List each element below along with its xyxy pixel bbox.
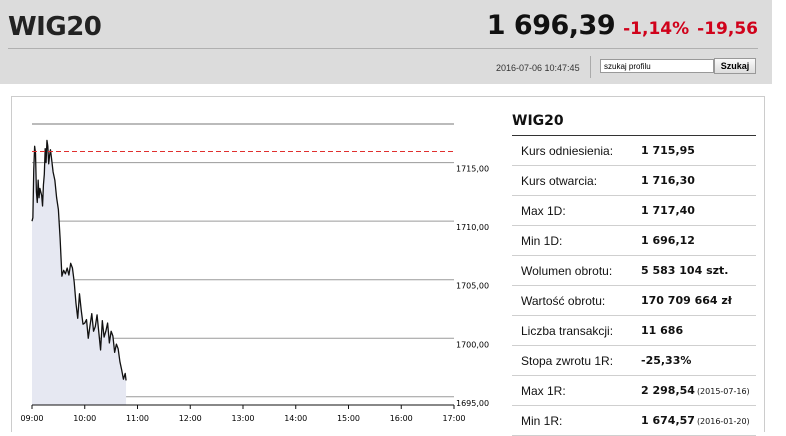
stats-label: Min 1R: <box>512 405 641 436</box>
stats-value-date: (2016-01-20) <box>696 417 750 426</box>
stats-label: Wolumen obrotu: <box>512 255 641 286</box>
chart-y-tick-label: 1700,00 <box>456 340 489 349</box>
stats-value: 170 709 664 zł <box>641 285 756 316</box>
stats-value-text: 1 674,57 <box>641 414 695 427</box>
stats-label: Kurs odniesienia: <box>512 136 641 166</box>
stats-label: Max 1D: <box>512 195 641 226</box>
chart-x-tick-label: 09:00 <box>20 414 43 423</box>
search-input[interactable] <box>600 59 714 73</box>
quote-timestamp: 2016-07-06 10:47:45 <box>496 63 580 73</box>
stats-row: Stopa zwrotu 1R: -25,33% <box>512 345 756 376</box>
stats-label: Kurs otwarcia: <box>512 165 641 196</box>
search-button[interactable]: Szukaj <box>714 58 756 74</box>
stats-value-text: 1 696,12 <box>641 234 695 247</box>
stats-value: 1 716,30 <box>641 165 756 196</box>
stats-row: Wartość obrotu: 170 709 664 zł <box>512 285 756 316</box>
stats-value-date: (2015-07-16) <box>696 387 750 396</box>
stats-value-text: 1 717,40 <box>641 204 695 217</box>
ticker-symbol: WIG20 <box>8 12 102 42</box>
chart-x-tick-label: 13:00 <box>231 414 254 423</box>
stats-label: Liczba transakcji: <box>512 315 641 346</box>
toolbar-separator <box>590 56 591 78</box>
chart-x-tick-label: 14:00 <box>284 414 307 423</box>
stats-value: 5 583 104 szt. <box>641 255 756 286</box>
chart-x-tick-label: 15:00 <box>337 414 360 423</box>
price-line: 1 696,39 -1,14% -19,56 <box>487 10 758 41</box>
stats-value: -25,33% <box>641 345 756 376</box>
current-price: 1 696,39 <box>486 10 616 41</box>
quote-header: WIG20 1 696,39 -1,14% -19,56 2016-07-06 … <box>0 0 772 84</box>
stats-value-text: -25,33% <box>641 354 692 367</box>
stats-value-text: 11 686 <box>641 324 684 337</box>
intraday-chart: 1695,00 1700,00 1705,00 1710,00 1715,00 09:00… <box>20 123 489 423</box>
chart-x-tick-label: 16:00 <box>390 414 413 423</box>
stats-value: 1 717,40 <box>641 195 756 226</box>
stats-row: Min 1R: 1 674,57 (2016-01-20) <box>512 405 756 436</box>
stats-row: Kurs otwarcia: 1 716,30 <box>512 165 756 196</box>
stats-value-text: 1 716,30 <box>641 174 695 187</box>
stats-row: Liczba transakcji: 11 686 <box>512 315 756 346</box>
chart-x-tick-label: 17:00 <box>442 414 465 423</box>
header-divider <box>8 48 758 49</box>
stats-label: Min 1D: <box>512 225 641 256</box>
change-percent: -1,14% <box>623 19 690 39</box>
change-absolute: -19,56 <box>697 19 758 39</box>
stats-row: Max 1D: 1 717,40 <box>512 195 756 226</box>
stats-value: 2 298,54 (2015-07-16) <box>641 375 756 406</box>
stats-row: Kurs odniesienia: 1 715,95 <box>512 136 756 166</box>
chart-y-tick-label: 1715,00 <box>456 165 489 174</box>
stats-row: Max 1R: 2 298,54 (2015-07-16) <box>512 375 756 406</box>
chart-x-tick-label: 10:00 <box>73 414 96 423</box>
stats-row: Wolumen obrotu: 5 583 104 szt. <box>512 255 756 286</box>
stats-value: 1 696,12 <box>641 225 756 256</box>
chart-area-fill <box>32 140 127 405</box>
stats-label: Stopa zwrotu 1R: <box>512 345 641 376</box>
chart-x-tick-label: 11:00 <box>126 414 149 423</box>
chart-y-tick-label: 1705,00 <box>456 282 489 291</box>
stats-label: Wartość obrotu: <box>512 285 641 316</box>
stats-value-text: 170 709 664 zł <box>641 294 732 307</box>
stats-value: 11 686 <box>641 315 756 346</box>
stats-value-text: 1 715,95 <box>641 144 695 157</box>
stats-value: 1 715,95 <box>641 136 756 166</box>
stats-value-text: 5 583 104 szt. <box>641 264 729 277</box>
stats-row: Min 1D: 1 696,12 <box>512 225 756 256</box>
chart-x-tick-label: 12:00 <box>179 414 202 423</box>
stats-label: Max 1R: <box>512 375 641 406</box>
chart-y-tick-label: 1695,00 <box>456 399 489 408</box>
stats-value: 1 674,57 (2016-01-20) <box>641 405 756 436</box>
stats-title: WIG20 <box>512 113 564 129</box>
chart-y-tick-label: 1710,00 <box>456 223 489 232</box>
stats-value-text: 2 298,54 <box>641 384 695 397</box>
stats-table: Kurs odniesienia: 1 715,95 Kurs otwarcia: 1… <box>512 136 756 436</box>
